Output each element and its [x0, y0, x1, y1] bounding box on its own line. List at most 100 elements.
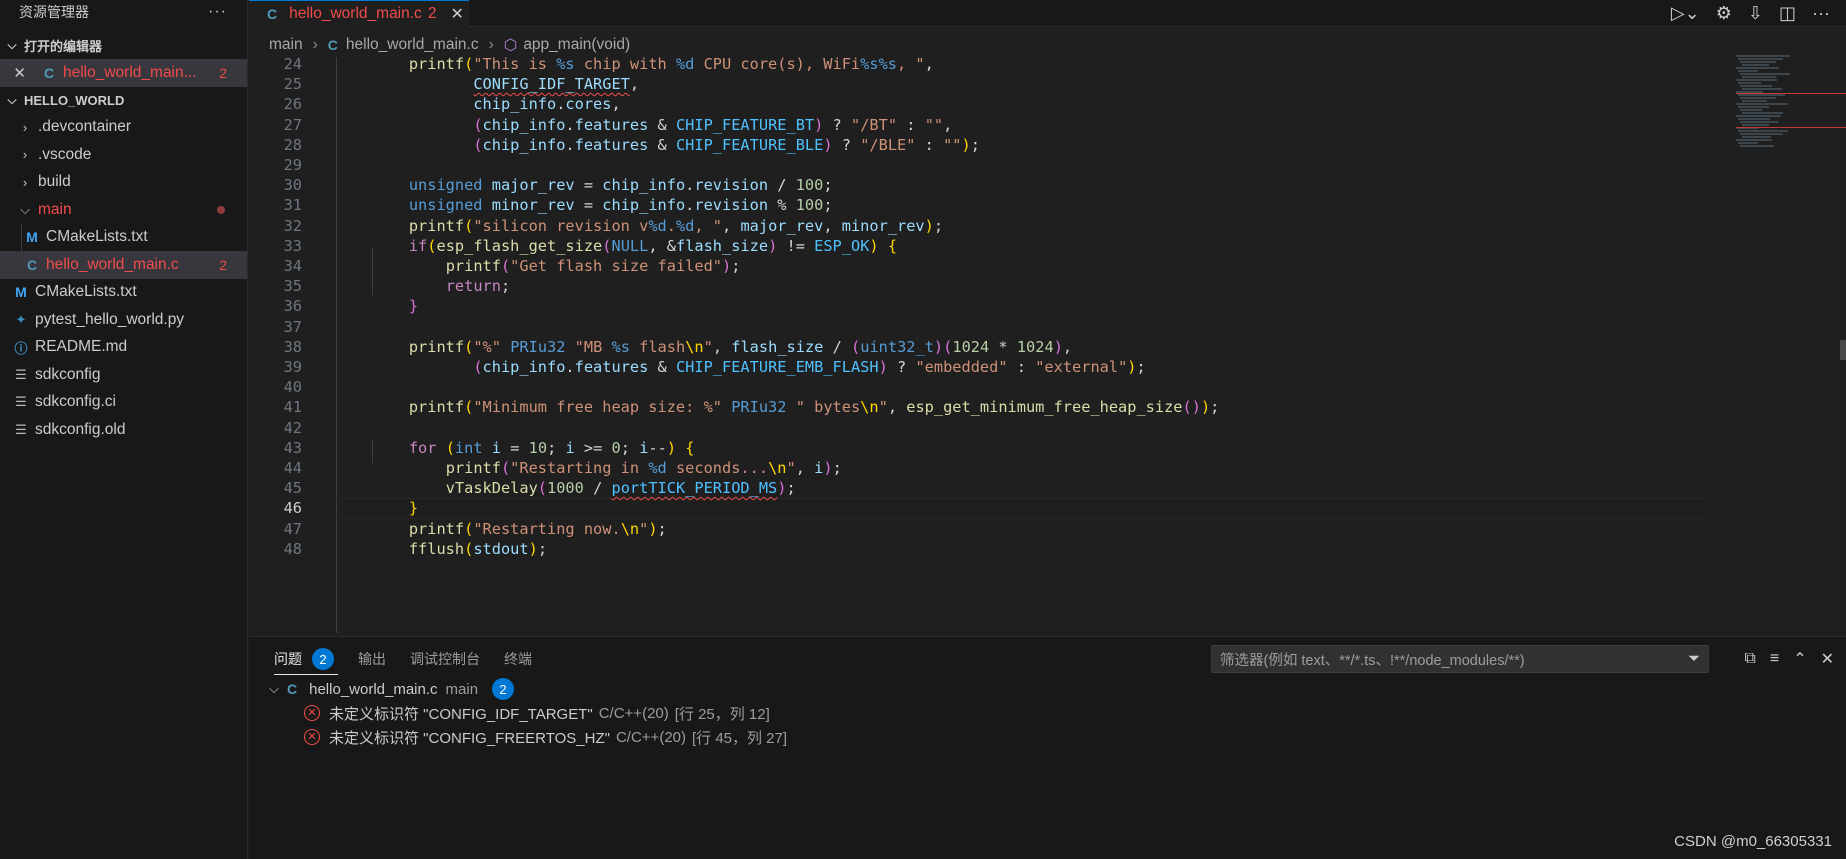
folder-name: main: [38, 200, 72, 218]
code-line[interactable]: 38 printf("%" PRIu32 "MB %s flash\n", fl…: [249, 337, 1809, 357]
open-editor-name: hello_world_main...: [63, 63, 197, 81]
problem-source: C/C++(20): [598, 704, 669, 722]
problem-row[interactable]: ✕ 未定义标识符 "CONFIG_IDF_TARGET" C/C++(20) […: [249, 701, 770, 725]
code-text: unsigned minor_rev = chip_info.revision …: [408, 196, 833, 215]
code-line[interactable]: 43 for (int i = 10; i >= 0; i--) {: [249, 438, 1809, 458]
info-icon: ⓘ: [14, 340, 28, 356]
minimap-line: [1740, 61, 1776, 63]
code-line[interactable]: 24 printf("This is %s chip with %d CPU c…: [249, 57, 1809, 74]
collapse-all-icon[interactable]: ⧉: [1744, 650, 1755, 668]
code-line[interactable]: 26 chip_info.cores,: [249, 94, 1809, 114]
code-text: for (int i = 10; i >= 0; i--) {: [408, 438, 695, 457]
close-panel-icon[interactable]: ✕: [1821, 649, 1834, 669]
code-line[interactable]: 48 fflush(stdout);: [249, 539, 1809, 559]
problem-message: 未定义标识符 "CONFIG_IDF_TARGET": [329, 705, 593, 723]
code-line[interactable]: 47 printf("Restarting now.\n");: [249, 519, 1809, 539]
code-line[interactable]: 46 }: [249, 498, 1809, 518]
code-line[interactable]: 39 (chip_info.features & CHIP_FEATURE_EM…: [249, 357, 1809, 377]
minimap[interactable]: [1726, 55, 1846, 633]
c-file-icon: C: [43, 64, 55, 81]
tab-output[interactable]: 输出: [358, 637, 386, 681]
close-icon[interactable]: ✕: [450, 4, 463, 24]
tab-debug-console[interactable]: 调试控制台: [410, 637, 480, 681]
folder-item-main[interactable]: ⌵ main: [0, 196, 247, 224]
folder-item[interactable]: › .devcontainer: [0, 114, 247, 142]
error-count-badge: 2: [219, 64, 227, 81]
code-line[interactable]: 29: [249, 155, 1809, 175]
code-text: return;: [445, 277, 511, 296]
gear-icon[interactable]: ⚙: [1716, 3, 1732, 24]
code-line[interactable]: 31 unsigned minor_rev = chip_info.revisi…: [249, 195, 1809, 215]
file-item[interactable]: ☰ sdkconfig.ci: [0, 389, 247, 417]
problem-location: [行 45，列 27]: [692, 729, 788, 747]
minimap-line: [1742, 100, 1768, 102]
code-line[interactable]: 33 if(esp_flash_get_size(NULL, &flash_si…: [249, 236, 1809, 256]
code-line[interactable]: 28 (chip_info.features & CHIP_FEATURE_BL…: [249, 135, 1809, 155]
file-item[interactable]: ☰ sdkconfig.old: [0, 416, 247, 444]
file-item-active[interactable]: C hello_world_main.c 2: [0, 251, 247, 279]
problems-filter-input[interactable]: 筛选器(例如 text、**/*.ts、!**/node_modules/**)…: [1211, 645, 1709, 673]
tab-terminal[interactable]: 终端: [504, 637, 532, 681]
open-editor-item[interactable]: ✕ C hello_world_main... 2: [0, 59, 247, 87]
code-line[interactable]: 44 printf("Restarting in %d seconds...\n…: [249, 458, 1809, 478]
line-number: 46: [283, 499, 302, 518]
breadcrumb-symbol[interactable]: app_main(void): [523, 36, 630, 54]
code-text: fflush(stdout);: [408, 539, 548, 558]
code-line[interactable]: 36 }: [249, 296, 1809, 316]
flash-icon[interactable]: ⇩: [1748, 3, 1763, 24]
watermark: CSDN @m0_66305331: [1674, 833, 1832, 850]
scrollbar-thumb[interactable]: [1840, 340, 1846, 360]
code-line[interactable]: 34 printf("Get flash size failed");: [249, 256, 1809, 276]
workspace-section[interactable]: ⌵ HELLO_WORLD: [0, 87, 247, 114]
minimap-line: [1738, 82, 1762, 84]
filter-icon[interactable]: ⏷: [1688, 651, 1700, 667]
code-line[interactable]: 40: [249, 377, 1809, 397]
code-line[interactable]: 41 printf("Minimum free heap size: %" PR…: [249, 397, 1809, 417]
chevron-down-icon: ⌵: [7, 38, 17, 52]
code-line[interactable]: 32 printf("silicon revision v%d.%d, ", m…: [249, 216, 1809, 236]
code-line[interactable]: 30 unsigned major_rev = chip_info.revisi…: [249, 175, 1809, 195]
problem-group-row[interactable]: ⌵ C hello_world_main.c main 2: [249, 677, 515, 701]
breadcrumb-folder[interactable]: main: [269, 36, 303, 54]
tab-problems-label: 问题: [274, 651, 302, 667]
close-icon[interactable]: ✕: [0, 64, 26, 82]
code-line[interactable]: 42: [249, 418, 1809, 438]
code-line[interactable]: 27 (chip_info.features & CHIP_FEATURE_BT…: [249, 115, 1809, 135]
open-editors-section[interactable]: ⌵ 打开的编辑器: [0, 32, 247, 59]
file-item[interactable]: ☰ sdkconfig: [0, 361, 247, 389]
minimap-line: [1742, 124, 1769, 126]
minimap-line: [1742, 112, 1783, 114]
line-number: 35: [283, 277, 302, 296]
split-editor-icon[interactable]: ◫: [1779, 3, 1796, 24]
code-editor[interactable]: 24 printf("This is %s chip with %d CPU c…: [249, 57, 1809, 633]
code-line[interactable]: 35 return;: [249, 276, 1809, 296]
problem-row[interactable]: ✕ 未定义标识符 "CONFIG_FREERTOS_HZ" C/C++(20) …: [249, 725, 787, 749]
folder-item[interactable]: › .vscode: [0, 141, 247, 169]
editor-actions: ▷⌄ ⚙ ⇩ ◫ ···: [1671, 0, 1830, 27]
code-line[interactable]: 25 CONFIG_IDF_TARGET,: [249, 74, 1809, 94]
line-number: 42: [283, 418, 302, 437]
chevron-right-icon: ›: [22, 119, 28, 135]
file-item[interactable]: M CMakeLists.txt: [0, 279, 247, 307]
editor-tab[interactable]: C hello_world_main.c 2 ✕: [249, 0, 469, 27]
code-text: }: [408, 297, 419, 316]
function-symbol-icon: ⬡: [503, 36, 518, 54]
more-actions-icon[interactable]: ···: [1812, 3, 1830, 24]
minimap-line: [1742, 64, 1769, 66]
folder-item[interactable]: › build: [0, 169, 247, 197]
code-line[interactable]: 45 vTaskDelay(1000 / portTICK_PERIOD_MS)…: [249, 478, 1809, 498]
view-as-list-icon[interactable]: ≡: [1770, 650, 1779, 668]
line-number: 27: [283, 115, 302, 134]
file-name: hello_world_main.c: [46, 255, 179, 273]
file-item[interactable]: ⓘ README.md: [0, 334, 247, 362]
breadcrumb-file[interactable]: hello_world_main.c: [346, 36, 479, 54]
text-file-icon: ☰: [15, 421, 27, 437]
file-item[interactable]: M CMakeLists.txt: [0, 223, 247, 251]
maximize-panel-icon[interactable]: ⌃: [1793, 649, 1806, 669]
error-count-badge: 2: [219, 256, 227, 273]
file-item[interactable]: ✦ pytest_hello_world.py: [0, 306, 247, 334]
code-line[interactable]: 37: [249, 317, 1809, 337]
run-debug-icon[interactable]: ▷⌄: [1671, 3, 1700, 24]
more-actions-icon[interactable]: ···: [208, 3, 227, 21]
tab-problems[interactable]: 问题 2: [274, 637, 338, 681]
